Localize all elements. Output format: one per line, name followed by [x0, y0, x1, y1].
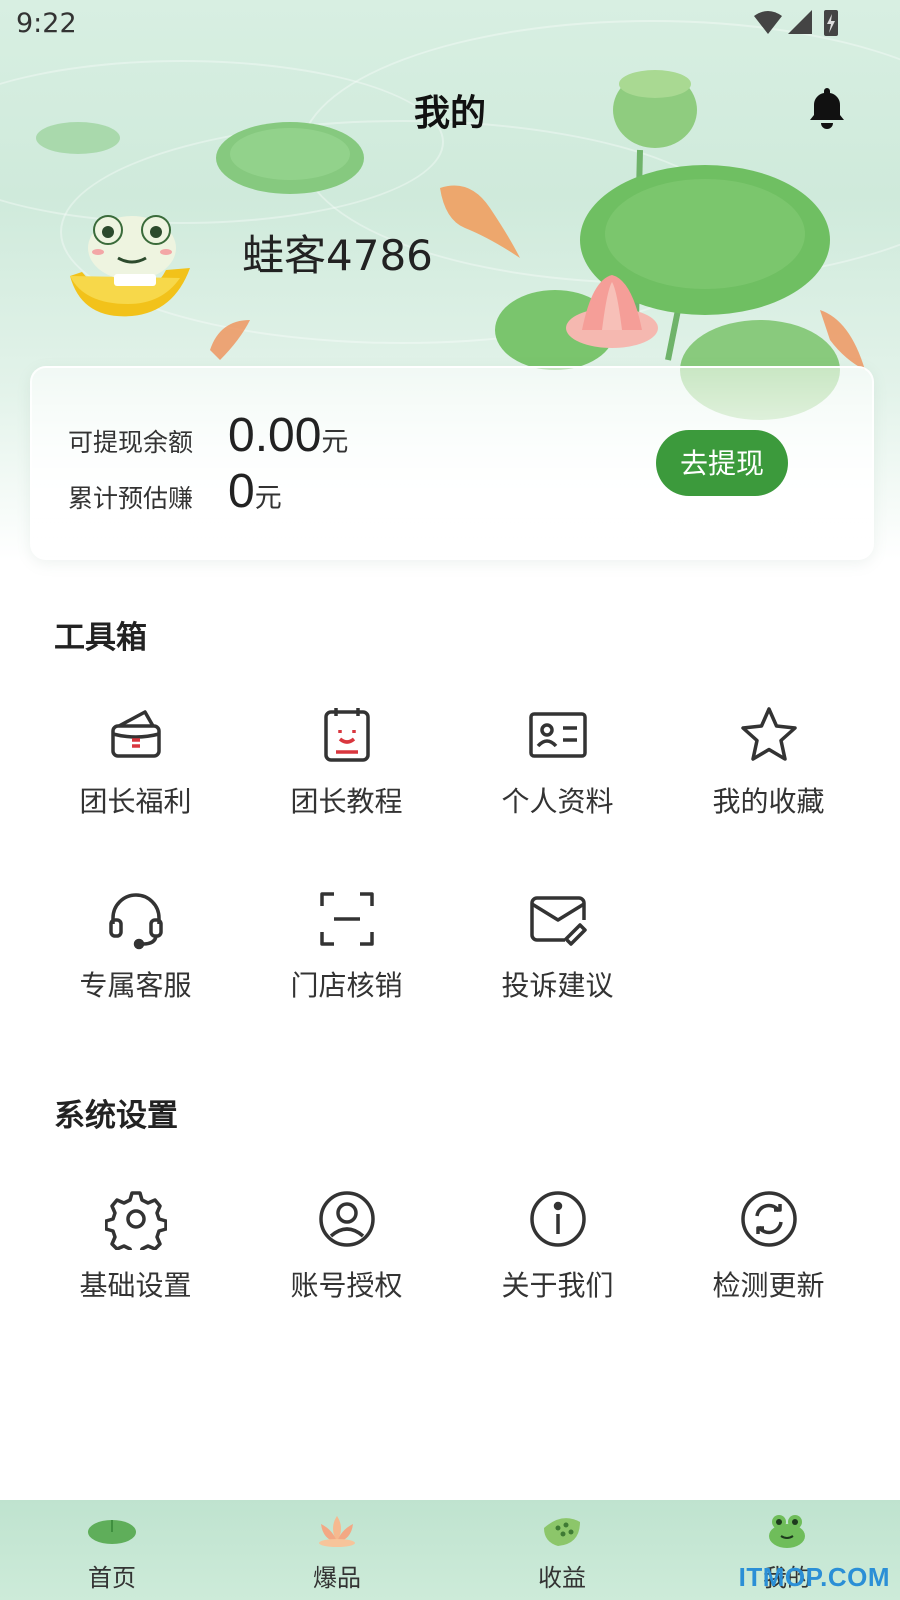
id-card-icon	[528, 712, 587, 758]
refresh-icon	[740, 1191, 797, 1247]
lotus-leaf-icon	[88, 1520, 136, 1544]
estimated-value: 0	[228, 465, 255, 518]
toolbox-item-label: 专属客服	[79, 969, 192, 1002]
estimated-unit: 元	[254, 483, 282, 514]
toolbox-item-leader-tutorial[interactable]: 团长教程	[241, 704, 452, 820]
wallet-icon	[110, 710, 161, 758]
status-bar: 9:22	[0, 0, 900, 50]
settings-item-label: 检测更新	[712, 1269, 825, 1302]
tab-label: 爆品	[313, 1564, 361, 1592]
avatar[interactable]	[62, 208, 202, 328]
toolbox-item-store-verification[interactable]: 门店核销	[241, 888, 452, 1004]
bell-icon[interactable]	[804, 84, 850, 130]
page-title: 我的	[413, 93, 486, 134]
settings-item-account-auth[interactable]: 账号授权	[241, 1188, 452, 1304]
toolbox-item-label: 团长福利	[79, 785, 192, 818]
withdrawable-label: 可提现余额	[68, 428, 194, 457]
toolbox-item-label: 门店核销	[290, 969, 403, 1002]
toolbox-item-label: 团长教程	[290, 785, 403, 818]
toolbox-item-customer-service[interactable]: 专属客服	[30, 888, 241, 1004]
toolbox-item-profile[interactable]: 个人资料	[452, 704, 663, 820]
notebook-icon	[323, 708, 370, 762]
withdraw-button[interactable]: 去提现	[656, 430, 788, 496]
withdrawable-row: 可提现余额 0.00 元	[68, 408, 348, 463]
toolbox-item-label: 我的收藏	[712, 785, 825, 818]
settings-item-basic[interactable]: 基础设置	[30, 1188, 241, 1304]
estimated-row: 累计预估赚 0 元	[68, 464, 282, 519]
star-icon	[740, 707, 797, 761]
status-time: 9:22	[16, 8, 77, 39]
settings-item-label: 基础设置	[79, 1269, 192, 1302]
tab-label: 收益	[538, 1564, 586, 1592]
settings-item-label: 关于我们	[501, 1269, 614, 1302]
settings-item-check-update[interactable]: 检测更新	[663, 1188, 874, 1304]
toolbox-item-feedback[interactable]: 投诉建议	[452, 888, 663, 1004]
watermark: ITMOP.COM	[738, 1562, 890, 1592]
balance-card: 可提现余额 0.00 元 累计预估赚 0 元 去提现	[30, 366, 874, 560]
lotus-flower-icon	[319, 1516, 355, 1547]
username: 蛙客4786	[242, 231, 433, 280]
estimated-label: 累计预估赚	[68, 484, 194, 513]
user-circle-icon	[318, 1191, 375, 1247]
withdrawable-value: 0.00	[228, 409, 322, 462]
withdrawable-unit: 元	[321, 427, 349, 458]
toolbox-item-favorites[interactable]: 我的收藏	[663, 704, 874, 820]
wifi-icon	[754, 11, 782, 34]
headset-icon	[108, 893, 163, 950]
signal-icon	[788, 10, 812, 34]
toolbox-item-leader-benefits[interactable]: 团长福利	[30, 704, 241, 820]
settings-title: 系统设置	[54, 1098, 178, 1134]
frog-icon	[769, 1515, 805, 1548]
gear-icon	[104, 1191, 167, 1250]
feedback-mail-icon	[529, 896, 587, 946]
toolbox-title: 工具箱	[54, 620, 147, 656]
tab-earnings[interactable]: 收益	[502, 1510, 622, 1593]
settings-item-about[interactable]: 关于我们	[452, 1188, 663, 1304]
info-icon	[529, 1191, 586, 1247]
scan-icon	[319, 892, 374, 946]
toolbox-item-label: 个人资料	[501, 785, 614, 818]
lotus-pod-icon	[544, 1518, 580, 1546]
tab-hot-items[interactable]: 爆品	[277, 1510, 397, 1593]
settings-item-label: 账号授权	[290, 1269, 403, 1302]
status-icons	[754, 10, 838, 36]
tab-label: 首页	[88, 1564, 136, 1592]
tab-home[interactable]: 首页	[52, 1510, 172, 1593]
toolbox-item-label: 投诉建议	[501, 969, 614, 1002]
